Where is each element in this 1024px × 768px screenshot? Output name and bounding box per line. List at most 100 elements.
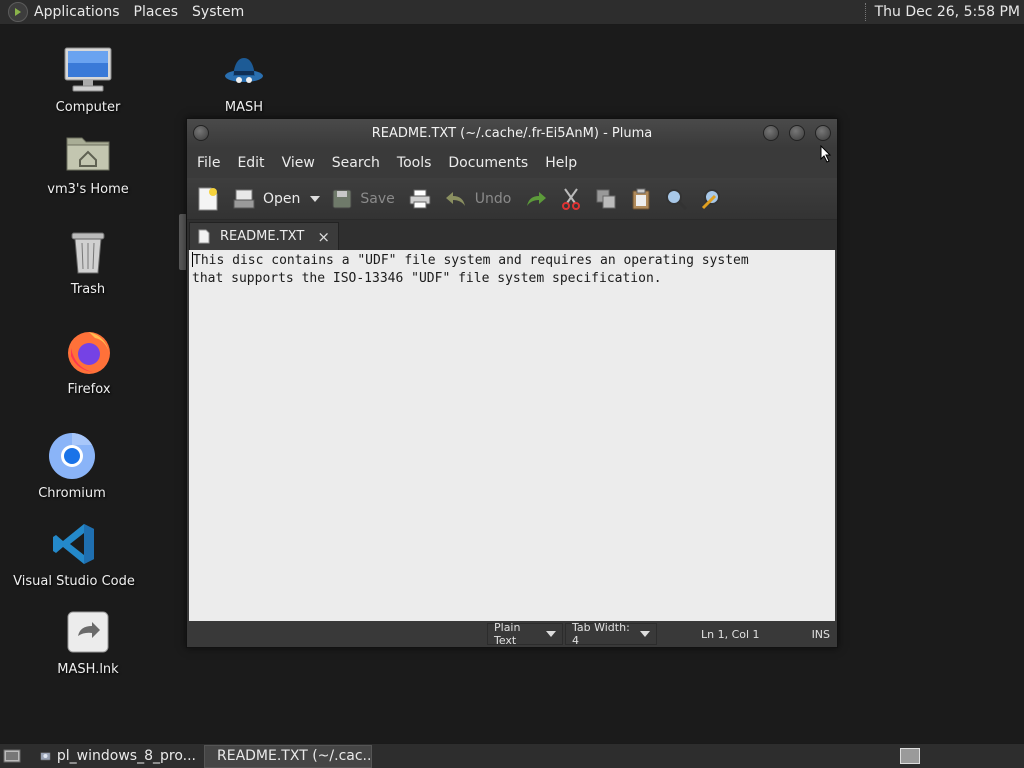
tab-bar: README.TXT ×: [187, 220, 837, 250]
chevron-down-icon: [640, 631, 650, 637]
save-button[interactable]: Save: [332, 189, 395, 209]
desktop-icon-label: MASH.lnk: [57, 662, 119, 677]
new-document-icon: [198, 187, 218, 210]
cursor-position: Ln 1, Col 1: [701, 627, 760, 641]
clock[interactable]: Thu Dec 26, 5:58 PM: [875, 4, 1020, 20]
window-title: README.TXT (~/.cache/.fr-Ei5AnM) - Pluma: [371, 126, 653, 141]
find-replace-button[interactable]: [701, 188, 723, 210]
desktop-icon-mash[interactable]: MASH: [184, 44, 304, 115]
open-button[interactable]: Open: [233, 188, 300, 210]
top-panel: Applications Places System Thu Dec 26, 5…: [0, 0, 1024, 25]
desktop-icon-computer[interactable]: Computer: [28, 44, 148, 115]
tab-width-dropdown[interactable]: Tab Width: 4: [565, 621, 657, 647]
window-menu-button[interactable]: [193, 125, 209, 141]
mate-logo-icon[interactable]: [8, 2, 28, 22]
mouse-pointer-icon: [820, 145, 832, 163]
vscode-icon: [48, 518, 100, 570]
copy-icon: [596, 189, 616, 208]
language-dropdown[interactable]: Plain Text: [487, 621, 563, 647]
menu-documents[interactable]: Documents: [448, 155, 528, 171]
menu-tools[interactable]: Tools: [397, 155, 432, 171]
undo-button[interactable]: Undo: [445, 190, 512, 208]
desktop-icon-firefox[interactable]: Firefox: [29, 326, 149, 397]
taskbar-item-label: README.TXT (~/.cac...: [217, 748, 372, 764]
menu-view[interactable]: View: [282, 155, 315, 171]
tab-close-button[interactable]: ×: [317, 228, 330, 246]
taskbar-item-disc[interactable]: pl_windows_8_pro...: [34, 745, 202, 768]
panel-separator: [864, 3, 867, 21]
paste-icon: [632, 188, 650, 209]
find-replace-icon: [702, 188, 721, 209]
maximize-button[interactable]: [789, 125, 805, 141]
computer-icon: [62, 44, 114, 96]
open-label: Open: [263, 190, 301, 207]
desktop-icon-label: Visual Studio Code: [13, 574, 135, 589]
find-button[interactable]: [665, 188, 688, 210]
editor-line-2: that supports the ISO-13346 "UDF" file s…: [192, 271, 662, 286]
paste-button[interactable]: [631, 188, 651, 210]
redo-button[interactable]: [525, 190, 547, 208]
search-icon: [666, 188, 688, 210]
desktop-icon-mash-lnk[interactable]: MASH.lnk: [28, 606, 148, 677]
tab-label: README.TXT: [220, 229, 305, 244]
text-editor[interactable]: This disc contains a "UDF" file system a…: [189, 250, 835, 622]
chevron-down-icon: [546, 631, 556, 637]
new-document-button[interactable]: [197, 187, 219, 211]
desktop-icon-home[interactable]: vm3's Home: [28, 126, 148, 197]
close-button[interactable]: [815, 125, 831, 141]
print-button[interactable]: [409, 189, 431, 209]
tab-width-value: Tab Width: 4: [572, 621, 630, 647]
system-menu[interactable]: System: [192, 4, 244, 20]
desktop-icon-label: Trash: [70, 282, 106, 297]
home-folder-icon: [62, 126, 114, 178]
open-recent-dropdown[interactable]: [310, 195, 321, 202]
text-file-icon: [198, 229, 210, 244]
desktop-icon-label: Computer: [55, 100, 121, 115]
redo-icon: [527, 191, 547, 206]
menu-bar: File Edit View Search Tools Documents He…: [187, 148, 837, 178]
desktop-icon-label: Chromium: [38, 486, 106, 501]
undo-icon: [445, 191, 465, 206]
desktop-icon-chromium[interactable]: Chromium: [12, 430, 132, 501]
desktop-icon-label: Firefox: [67, 382, 111, 397]
workspace-switcher[interactable]: [900, 748, 920, 764]
language-value: Plain Text: [494, 621, 521, 647]
status-bar: Plain Text Tab Width: 4 Ln 1, Col 1 INS: [187, 621, 837, 647]
desktop-icon-vscode[interactable]: Visual Studio Code: [13, 518, 135, 589]
chromium-icon: [46, 430, 98, 482]
copy-button[interactable]: [595, 188, 617, 210]
scissors-icon: [562, 187, 581, 210]
print-icon: [409, 189, 431, 208]
show-desktop-button[interactable]: [0, 745, 24, 768]
tab-readme[interactable]: README.TXT ×: [189, 222, 339, 250]
cut-button[interactable]: [561, 187, 581, 210]
desktop-icon-trash[interactable]: Trash: [28, 226, 148, 297]
show-desktop-icon: [3, 749, 21, 763]
shortcut-icon: [62, 606, 114, 658]
save-icon: [332, 189, 352, 208]
undo-label: Undo: [474, 190, 512, 207]
open-icon: [233, 189, 255, 208]
menu-help[interactable]: Help: [545, 155, 577, 171]
desktop-icon-label: vm3's Home: [47, 182, 129, 197]
places-menu[interactable]: Places: [134, 4, 179, 20]
bottom-panel: pl_windows_8_pro... README.TXT (~/.cac..…: [0, 743, 1024, 768]
applications-menu[interactable]: Applications: [34, 4, 120, 20]
menu-edit[interactable]: Edit: [237, 155, 264, 171]
insert-mode: INS: [811, 627, 831, 641]
desktop-icon-label: MASH: [224, 100, 264, 115]
mash-icon: [218, 44, 270, 96]
taskbar-item-readme[interactable]: README.TXT (~/.cac...: [204, 744, 372, 768]
menu-search[interactable]: Search: [332, 155, 380, 171]
save-label: Save: [360, 190, 395, 207]
editor-line-1: This disc contains a "UDF" file system a…: [192, 252, 835, 270]
chevron-down-icon: [310, 195, 321, 202]
trash-icon: [62, 226, 114, 278]
minimize-button[interactable]: [763, 125, 779, 141]
disc-icon: [40, 752, 51, 761]
firefox-icon: [63, 326, 115, 378]
pluma-window: README.TXT (~/.cache/.fr-Ei5AnM) - Pluma…: [186, 118, 838, 648]
menu-file[interactable]: File: [197, 155, 220, 171]
title-bar[interactable]: README.TXT (~/.cache/.fr-Ei5AnM) - Pluma: [187, 119, 837, 148]
toolbar: Open Save Undo: [187, 178, 837, 220]
